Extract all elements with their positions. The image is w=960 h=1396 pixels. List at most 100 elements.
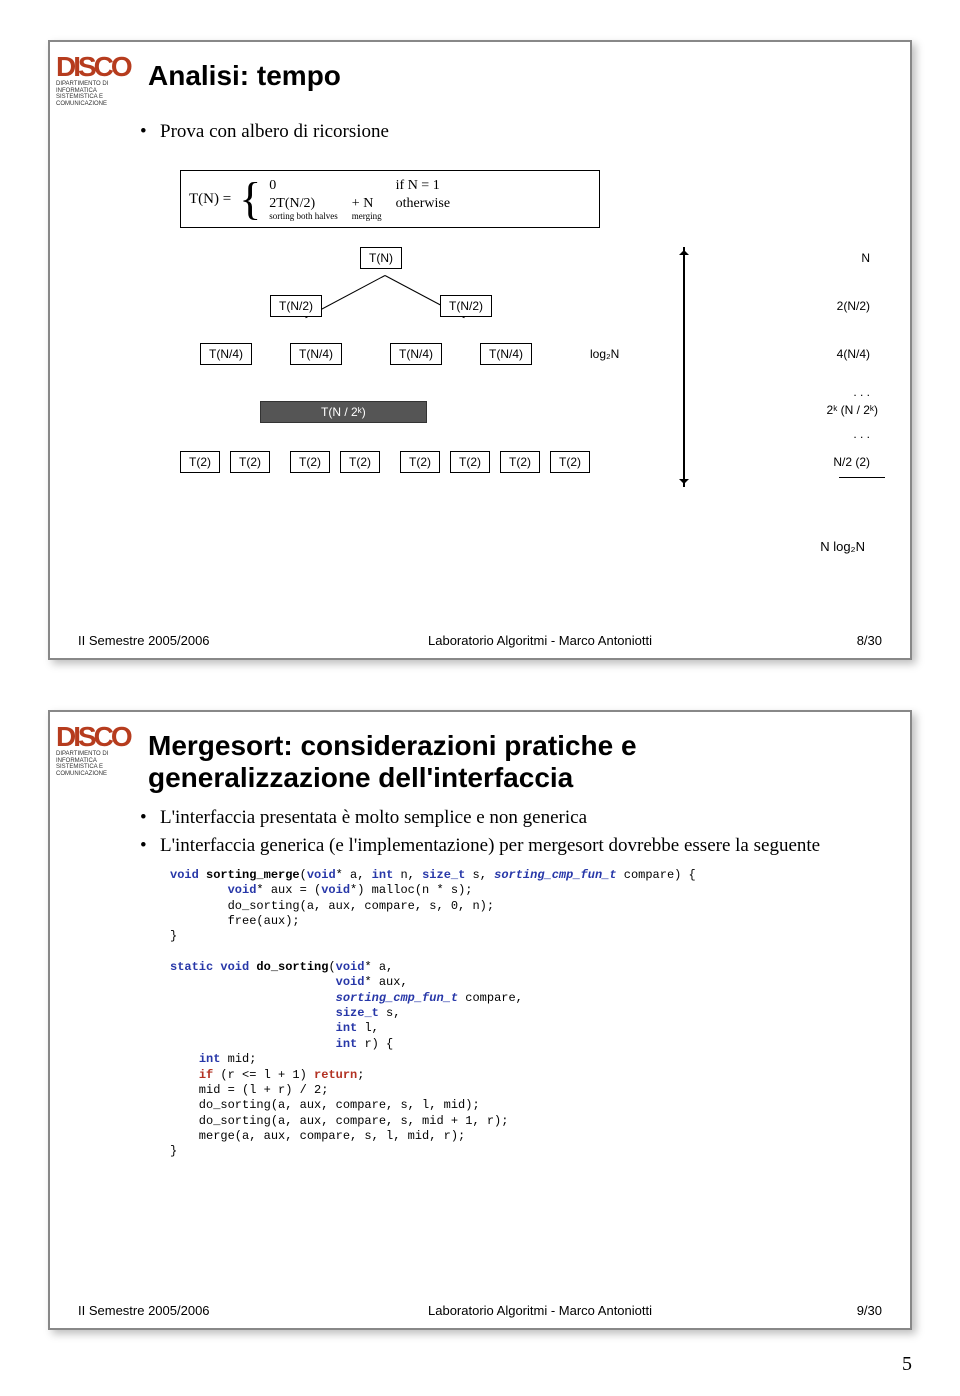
l16: do_sorting(a, aux, compare, s, mid + 1, … (170, 1114, 508, 1128)
l10c: l, (357, 1021, 379, 1035)
logo-2: DISCO DIPARTIMENTO DI INFORMATICA SISTEM… (56, 724, 136, 778)
slide-1: DISCO DIPARTIMENTO DI INFORMATICA SISTEM… (48, 40, 912, 660)
footer2-right: 9/30 (802, 1303, 882, 1318)
kw-int-2: int (336, 1021, 358, 1035)
kw-void-4: void (321, 883, 350, 897)
ind1 (170, 883, 228, 897)
i11 (170, 1037, 336, 1051)
slide1-title: Analisi: tempo (148, 54, 341, 92)
l5: } (170, 929, 177, 943)
kw-void-5: void (336, 960, 365, 974)
ty-cmpfun-2: sorting_cmp_fun_t (336, 991, 458, 1005)
kw-void-2: void (307, 868, 336, 882)
height-arrow-icon (683, 247, 685, 487)
brace-icon: { (239, 178, 261, 219)
p5: compare) { (617, 868, 696, 882)
f-note-b: merging (352, 212, 382, 220)
f-r2-a: 2T(N/2) sorting both halves (269, 196, 338, 220)
i8 (170, 991, 336, 1005)
kw-int-3: int (336, 1037, 358, 1051)
l8c: compare, (458, 991, 523, 1005)
l7c: * aux, (364, 975, 407, 989)
recursion-tree: T(N) N T(N/2) T(N/2) 2(N/2) T(N/4) T(N/4… (160, 247, 800, 491)
kw-return: return (314, 1068, 357, 1082)
i12 (170, 1052, 199, 1066)
leaf-5: T(2) (450, 451, 490, 473)
l17: merge(a, aux, compare, s, l, mid, r); (170, 1129, 465, 1143)
footer1-right: 8/30 (802, 633, 882, 648)
node-root: T(N) (360, 247, 402, 269)
annot-dots1: . . . (853, 385, 870, 399)
l3: do_sorting(a, aux, compare, s, 0, n); (170, 899, 494, 913)
leaf-3: T(2) (340, 451, 380, 473)
slide2-title: Mergesort: considerazioni pratiche e gen… (148, 724, 828, 794)
node-bar: T(N / 2ᵏ) (260, 401, 427, 423)
node-l1-b: T(N/2) (440, 295, 492, 317)
l6d: ( (328, 960, 335, 974)
slide1-footer: II Semestre 2005/2006 Laboratorio Algori… (78, 633, 882, 648)
f-r2-b: + N merging (352, 196, 382, 220)
slide2-bullet-1: L'interfaccia generica (e l'implementazi… (140, 834, 870, 858)
fn-sorting-merge: sorting_merge (206, 868, 300, 882)
f-r2-b-val: + N (352, 196, 374, 211)
l13e: ; (357, 1068, 364, 1082)
logo-glyph: DISCO (56, 54, 136, 79)
slide2-header: DISCO DIPARTIMENTO DI INFORMATICA SISTEM… (50, 712, 910, 794)
logo-subtitle-2: DIPARTIMENTO DI INFORMATICA SISTEMISTICA… (56, 751, 136, 777)
leaf-7: T(2) (550, 451, 590, 473)
l15: do_sorting(a, aux, compare, s, l, mid); (170, 1098, 480, 1112)
leaf-6: T(2) (500, 451, 540, 473)
p1: ( (300, 868, 307, 882)
l14: mid = (l + r) / 2; (170, 1083, 328, 1097)
formula-cases: 0 if N = 1 2T(N/2) sorting both halves +… (269, 178, 450, 220)
slide1-header: DISCO DIPARTIMENTO DI INFORMATICA SISTEM… (50, 42, 910, 108)
node-l2-0: T(N/4) (200, 343, 252, 365)
i9 (170, 1006, 336, 1020)
kw-if: if (199, 1068, 213, 1082)
node-l2-1: T(N/4) (290, 343, 342, 365)
kw-static-void: static void (170, 960, 249, 974)
l18: } (170, 1144, 177, 1158)
kw-int-4: int (199, 1052, 221, 1066)
leaf-1: T(2) (230, 451, 270, 473)
l2e: *) malloc(n * s); (350, 883, 472, 897)
slide1-bullets: Prova con albero di ricorsione (50, 108, 910, 144)
leaf-0: T(2) (180, 451, 220, 473)
kw-size-t-2: size_t (336, 1006, 379, 1020)
code-block: void sorting_merge(void* a, int n, size_… (50, 862, 910, 1160)
logo-subtitle: DIPARTIMENTO DI INFORMATICA SISTEMISTICA… (56, 81, 136, 107)
slide-2: DISCO DIPARTIMENTO DI INFORMATICA SISTEM… (48, 710, 912, 1330)
footer2-left: II Semestre 2005/2006 (78, 1303, 278, 1318)
annot-root: N (861, 251, 870, 265)
p2: * a, (336, 868, 372, 882)
footer2-center: Laboratorio Algoritmi - Marco Antoniotti (278, 1303, 802, 1318)
fn-do-sorting: do_sorting (256, 960, 328, 974)
i13 (170, 1068, 199, 1082)
formula-lhs: T(N) = (189, 191, 231, 208)
f-r1-b (352, 178, 382, 194)
node-l2-3: T(N/4) (480, 343, 532, 365)
slide2-bullets: L'interfaccia presentata è molto semplic… (50, 794, 910, 858)
l12c: mid; (220, 1052, 256, 1066)
kw-void-1: void (170, 868, 199, 882)
tree-total: N log₂N (820, 539, 865, 554)
kw-size-t-1: size_t (422, 868, 465, 882)
slide2-footer: II Semestre 2005/2006 Laboratorio Algori… (78, 1303, 882, 1318)
f-r1-c: if N = 1 (396, 178, 450, 194)
p4: s, (465, 868, 494, 882)
f-r2-a-val: 2T(N/2) (269, 196, 315, 211)
page-number: 5 (902, 1353, 912, 1376)
leaf-4: T(2) (400, 451, 440, 473)
l13c: (r <= l + 1) (213, 1068, 314, 1082)
slide1-bullet-0: Prova con albero di ricorsione (140, 120, 870, 144)
i7 (170, 975, 336, 989)
f-note-a: sorting both halves (269, 212, 338, 220)
annot-dots2: . . . (853, 427, 870, 441)
l2c: * aux = ( (256, 883, 321, 897)
annot-bar: 2ᵏ (N / 2ᵏ) (827, 403, 878, 417)
recurrence-formula: T(N) = { 0 if N = 1 2T(N/2) sorting both… (180, 170, 600, 228)
tree-height-label: log₂N (590, 347, 619, 361)
annot-l2: 4(N/4) (837, 347, 870, 361)
footer1-left: II Semestre 2005/2006 (78, 633, 278, 648)
l11c: r) { (357, 1037, 393, 1051)
